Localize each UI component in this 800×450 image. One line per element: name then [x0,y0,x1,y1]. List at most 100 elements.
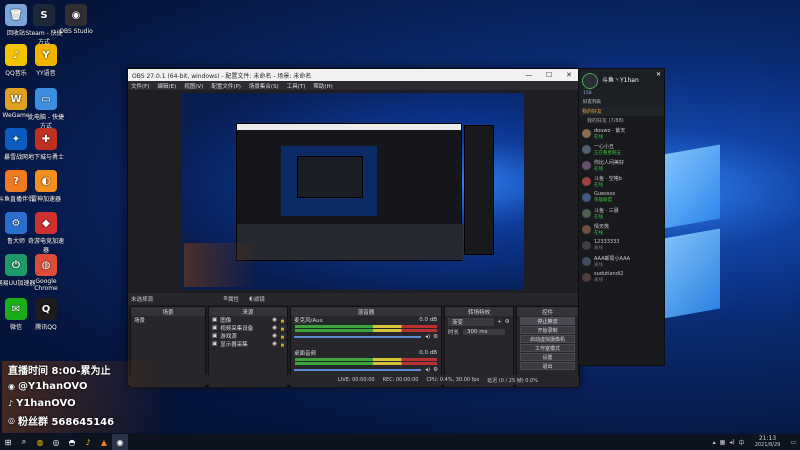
avatar[interactable] [582,73,598,89]
stream-weibo: ◉ @Y1hanOVO [2,378,160,395]
obs-window[interactable]: OBS 27.0.1 (64-bit, windows) - 配置文件: 未命名… [127,68,581,388]
menu-item[interactable]: 帮助(H) [313,82,332,90]
maximize-icon[interactable]: ☐ [539,71,559,79]
contact-item[interactable]: 你比人间美好 在线 [579,157,664,173]
contact-item[interactable]: AAA邮局小AAA 离线 [579,253,664,269]
desktop-icon[interactable]: ◍ Google Chrome [26,254,66,292]
control-button[interactable]: 启动虚拟摄像机 [520,335,575,343]
minimize-icon[interactable]: — [519,71,539,79]
source-toolbar: 未选择源 ⚙ 属性 ◐ 滤镜 [128,293,581,305]
douyin-icon: ♪ [8,399,14,408]
contact-item[interactable]: 斗鱼 · 空格b 在线 [579,173,664,189]
obs-taskbar-icon[interactable]: ◉ [112,434,128,450]
source-type-icon: ▣ [212,333,218,339]
contact-status: 在线 [594,214,603,220]
menu-item[interactable]: 视图(V) [184,82,203,90]
desktop-icon[interactable]: ◆ 奇游电竞加速器 [26,212,66,254]
obs-preview[interactable] [182,93,524,290]
desktop-icon[interactable]: ✚ 地下城与勇士 [26,128,66,161]
source-item[interactable]: ▣ 显示器采集 ◉ 🔒 [209,340,287,348]
close-icon[interactable]: ✕ [559,71,579,79]
control-button[interactable]: 设置 [520,353,575,361]
desktop-app-icon: ◐ [35,170,57,192]
lock-icon[interactable]: 🔒 [280,334,285,339]
filters-button[interactable]: ◐ 滤镜 [249,295,265,303]
scene-item[interactable]: 场景 [131,316,205,324]
duration-input[interactable]: 300 ms [463,329,506,335]
qqmusic-taskbar-icon[interactable]: ♪ [80,434,96,450]
qq-section[interactable]: 我的好友 (7/88) [579,116,664,125]
steam-taskbar-icon[interactable]: ◓ [64,434,80,450]
source-item[interactable]: ▣ 视频采集设备 ◉ 🔒 [209,324,287,332]
notification-icon[interactable]: ▭ [790,439,796,446]
network-icon[interactable]: ▦ [720,439,726,446]
desktop-icon-label: Google Chrome [34,278,58,292]
volume-slider[interactable] [294,336,422,338]
start-button[interactable]: ⊞ [0,434,16,450]
contact-name: 斗鱼 · 三晨 [594,207,619,214]
visibility-icon[interactable]: ◉ [272,341,277,347]
close-icon[interactable]: ✕ [656,71,661,78]
desktop-app-icon: ✚ [35,128,57,150]
search-icon[interactable]: ⌕ [16,434,32,450]
volume-slider[interactable] [294,369,422,371]
transitions-header: 转场特效 [445,307,513,316]
contact-name: 你比人间美好 [594,159,625,166]
gear-icon[interactable]: ⚙ [433,367,438,373]
avatar [582,224,591,234]
desktop-icon[interactable]: ◉ OBS Studio [56,4,96,35]
menu-item[interactable]: 编辑(E) [157,82,176,90]
obs-title-bar[interactable]: OBS 27.0.1 (64-bit, windows) - 配置文件: 未命名… [128,69,579,81]
contact-item[interactable]: 情天熊 在线 [579,221,664,237]
menu-item[interactable]: 工具(T) [287,82,306,90]
desktop-icon[interactable]: ◐ 雷神加速器 [26,170,66,203]
sources-header: 来源 [209,307,287,316]
lock-icon[interactable]: 🔒 [280,342,285,347]
lock-icon[interactable]: 🔒 [280,318,285,323]
speaker-icon[interactable]: ◂) [425,367,430,373]
contact-item[interactable]: Guessxx 英雄联盟 [579,189,664,205]
chrome-taskbar-icon[interactable]: ◍ [32,434,48,450]
control-button[interactable]: 工作室模式 [520,344,575,352]
add-icon[interactable]: + [497,319,502,325]
source-item[interactable]: ▣ 游戏源 ◉ 🔒 [209,332,287,340]
contact-item[interactable]: 12333333 离线 [579,237,664,253]
control-button[interactable]: 停止推流 [520,317,575,325]
desktop-icon[interactable]: ▭ 此电脑 - 快捷方式 [26,88,66,130]
contact-item[interactable]: 斗鱼 · 三晨 在线 [579,205,664,221]
contact-item[interactable]: 一心小丑 正在看星期五 [579,141,664,157]
qq-window[interactable]: 斗鱼丶Y1han 158 ✕ 好友列表 我的好友 我的好友 (7/88) dou… [578,68,665,366]
control-button[interactable]: 开始录制 [520,326,575,334]
qq-tab[interactable]: 我的好友 [579,107,664,116]
source-type-icon: ▣ [212,325,218,331]
obs-menu-bar: 文件(F) 编辑(E) 视图(V) 配置文件(P) 场景集合(S) 工具(T) 帮助(H) [128,81,579,90]
gear-icon[interactable]: ⚙ [505,319,510,325]
menu-item[interactable]: 场景集合(S) [249,82,279,90]
desktop-icon[interactable]: Y YY语音 [26,44,66,77]
control-button[interactable]: 退出 [520,362,575,370]
transition-select[interactable]: 渐变 [448,318,494,326]
visibility-icon[interactable]: ◉ [272,333,277,339]
menu-item[interactable]: 文件(F) [131,82,149,90]
status-item: REC: 00:00:00 [382,377,419,383]
lock-icon[interactable]: 🔒 [280,326,285,331]
gear-icon[interactable]: ⚙ [433,334,438,340]
desktop-icon[interactable]: Q 腾讯QQ [26,298,66,331]
contact-item[interactable]: sudutiandi2 离线 [579,269,664,285]
source-item[interactable]: ▣ 图像 ◉ 🔒 [209,316,287,324]
menu-item[interactable]: 配置文件(P) [211,82,241,90]
qq-taskbar-icon[interactable]: ◎ [48,434,64,450]
controls-header: 控件 [517,307,578,316]
douyu-taskbar-icon[interactable]: ▲ [96,434,112,450]
obs-title: OBS 27.0.1 (64-bit, windows) - 配置文件: 未命名… [132,72,312,80]
visibility-icon[interactable]: ◉ [272,325,277,331]
visibility-icon[interactable]: ◉ [272,317,277,323]
contact-item[interactable]: douwo · 紫天 在线 [579,125,664,141]
volume-icon[interactable]: ◂) [729,439,734,446]
properties-button[interactable]: ⚙ 属性 [223,295,239,303]
clock[interactable]: 21:13 2021/8/29 [755,436,781,449]
tray-icon[interactable]: ▴ [713,439,716,446]
input-method-icon[interactable]: 中 [739,438,745,447]
nested-preview-window [236,123,463,261]
speaker-icon[interactable]: ◂) [425,334,430,340]
